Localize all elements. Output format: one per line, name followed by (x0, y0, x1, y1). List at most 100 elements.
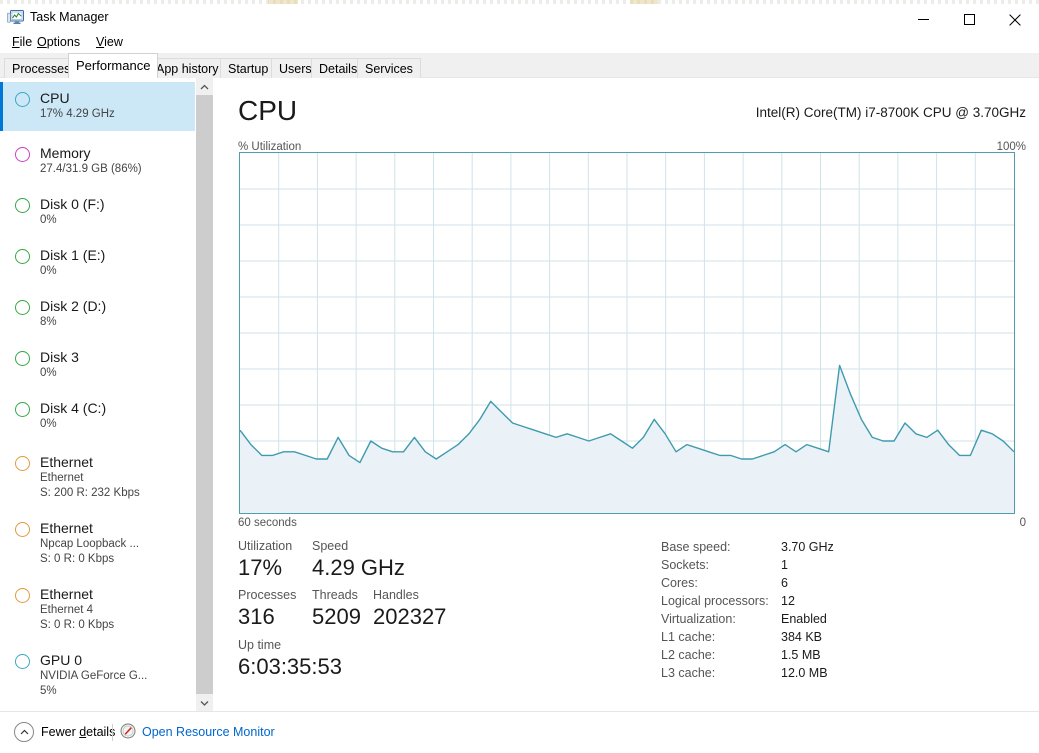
stat-handles-label: Handles (373, 587, 446, 603)
scrollbar-thumb[interactable] (196, 95, 213, 694)
footer-bar: Fewer details Open Resource Monitor (0, 711, 1039, 753)
disk-0-indicator-icon (15, 198, 30, 213)
sidebar-item-ethernet-3[interactable]: Ethernet Ethernet 4 S: 0 R: 0 Kbps (0, 578, 195, 640)
stat-processes-value: 316 (238, 603, 296, 631)
spec-row-logical-processors: Logical processors: 12 (661, 592, 1001, 610)
memory-indicator-icon (15, 147, 30, 162)
graph-x-start-label: 60 seconds (238, 516, 297, 530)
sidebar-item-disk-1-sub: 0% (40, 264, 195, 279)
cpu-utilization-graph (239, 152, 1015, 514)
spec-cores-value: 6 (781, 574, 788, 592)
tab-app-history[interactable]: App history (148, 58, 227, 78)
spec-cores-label: Cores: (661, 574, 698, 592)
page-title: CPU (238, 94, 297, 128)
sidebar-item-disk-0[interactable]: Disk 0 (F:) 0% (0, 188, 195, 237)
sidebar-item-disk-4-title: Disk 4 (C:) (40, 392, 195, 417)
stat-uptime-label: Up time (238, 637, 342, 653)
menu-item-view-rest: iew (104, 35, 123, 49)
sidebar-item-ethernet-2-rate: S: 0 R: 0 Kbps (40, 552, 195, 567)
spec-l3-cache-label: L3 cache: (661, 664, 715, 682)
footer-divider (112, 724, 113, 741)
performance-detail-pane: CPU Intel(R) Core(TM) i7-8700K CPU @ 3.7… (213, 78, 1039, 711)
sidebar-item-disk-3[interactable]: Disk 3 0% (0, 341, 195, 390)
tab-services[interactable]: Services (357, 58, 421, 78)
resource-monitor-label: Open Resource Monitor (142, 723, 275, 741)
spec-base-speed-label: Base speed: (661, 538, 731, 556)
sidebar-item-disk-2-sub: 8% (40, 315, 195, 330)
sidebar-item-ethernet-3-sub: Ethernet 4 (40, 603, 195, 618)
spec-sockets-value: 1 (781, 556, 788, 574)
sidebar-item-disk-0-sub: 0% (40, 213, 195, 228)
sidebar-item-ethernet-1[interactable]: Ethernet Ethernet S: 200 R: 232 Kbps (0, 446, 195, 508)
sidebar-item-disk-1-title: Disk 1 (E:) (40, 239, 195, 264)
stat-handles: Handles 202327 (373, 587, 446, 631)
tab-performance[interactable]: Performance (68, 53, 158, 78)
tab-startup[interactable]: Startup (220, 58, 276, 78)
graph-x-end-label: 0 (1020, 516, 1026, 530)
task-manager-icon (7, 10, 24, 25)
cpu-model-label: Intel(R) Core(TM) i7-8700K CPU @ 3.70GHz (756, 104, 1026, 122)
stat-speed-value: 4.29 GHz (312, 554, 405, 582)
spec-virtualization-label: Virtualization: (661, 610, 736, 628)
sidebar-item-disk-3-sub: 0% (40, 366, 195, 381)
task-manager-window: Task Manager File Options View (0, 0, 1039, 752)
chevron-up-circle-icon (14, 722, 34, 742)
disk-3-indicator-icon (15, 351, 30, 366)
sidebar-item-ethernet-2[interactable]: Ethernet Npcap Loopback ... S: 0 R: 0 Kb… (0, 512, 195, 574)
sidebar-item-gpu-0[interactable]: GPU 0 NVIDIA GeForce G... 5% (0, 644, 195, 706)
spec-row-cores: Cores: 6 (661, 574, 1001, 592)
spec-virtualization-value: Enabled (781, 610, 827, 628)
stat-speed: Speed 4.29 GHz (312, 538, 405, 582)
scroll-up-button[interactable] (196, 78, 213, 95)
sidebar-item-gpu-0-sub: NVIDIA GeForce G... (40, 669, 195, 684)
stat-utilization-value: 17% (238, 554, 292, 582)
sidebar-item-memory-sub: 27.4/31.9 GB (86%) (40, 162, 195, 177)
menu-bar: File Options View (0, 31, 1039, 53)
open-resource-monitor-link[interactable]: Open Resource Monitor (120, 722, 275, 742)
disk-1-indicator-icon (15, 249, 30, 264)
sidebar-item-disk-3-title: Disk 3 (40, 341, 195, 366)
menu-item-options-rest: ptions (47, 35, 80, 49)
sidebar-item-memory[interactable]: Memory 27.4/31.9 GB (86%) (0, 137, 195, 186)
menu-item-view[interactable]: View (90, 34, 129, 50)
sidebar-item-cpu[interactable]: CPU 17% 4.29 GHz (0, 82, 195, 131)
spec-row-l3-cache: L3 cache: 12.0 MB (661, 664, 1001, 682)
sidebar-scrollbar[interactable] (195, 78, 213, 711)
resource-sidebar: CPU 17% 4.29 GHz Memory 27.4/31.9 GB (86… (0, 78, 196, 711)
title-bar: Task Manager (0, 4, 1039, 32)
close-icon (1009, 14, 1021, 26)
sidebar-item-ethernet-3-title: Ethernet (40, 578, 195, 603)
stat-handles-value: 202327 (373, 603, 446, 631)
ethernet-2-indicator-icon (15, 522, 30, 537)
menu-item-options[interactable]: Options (31, 34, 86, 50)
stat-uptime-value: 6:03:35:53 (238, 653, 342, 681)
spec-sockets-label: Sockets: (661, 556, 709, 574)
stat-threads-value: 5209 (312, 603, 361, 631)
sidebar-item-disk-1[interactable]: Disk 1 (E:) 0% (0, 239, 195, 288)
sidebar-item-ethernet-2-sub: Npcap Loopback ... (40, 537, 195, 552)
spec-row-l1-cache: L1 cache: 384 KB (661, 628, 1001, 646)
sidebar-item-gpu-0-usage: 5% (40, 684, 195, 699)
sidebar-item-disk-4[interactable]: Disk 4 (C:) 0% (0, 392, 195, 441)
spec-l1-cache-label: L1 cache: (661, 628, 715, 646)
sidebar-item-disk-2[interactable]: Disk 2 (D:) 8% (0, 290, 195, 339)
sidebar-item-gpu-0-title: GPU 0 (40, 644, 195, 669)
stat-processes: Processes 316 (238, 587, 296, 631)
spec-l2-cache-label: L2 cache: (661, 646, 715, 664)
fewer-details-button[interactable]: Fewer details (14, 722, 115, 742)
spec-row-virtualization: Virtualization: Enabled (661, 610, 1001, 628)
spec-l1-cache-value: 384 KB (781, 628, 822, 646)
cpu-indicator-icon (15, 92, 30, 107)
maximize-icon (964, 14, 975, 25)
sidebar-item-ethernet-1-sub: Ethernet (40, 471, 195, 486)
tab-strip: Processes Performance App history Startu… (0, 53, 1039, 79)
spec-l3-cache-value: 12.0 MB (781, 664, 828, 682)
spec-base-speed-value: 3.70 GHz (781, 538, 834, 556)
stat-processes-label: Processes (238, 587, 296, 603)
stat-utilization-label: Utilization (238, 538, 292, 554)
fewer-details-label: Fewer details (41, 723, 115, 741)
resource-monitor-gauge-icon (120, 723, 136, 742)
sidebar-item-disk-0-title: Disk 0 (F:) (40, 188, 195, 213)
scroll-down-button[interactable] (196, 694, 213, 711)
sidebar-item-disk-4-sub: 0% (40, 417, 195, 432)
